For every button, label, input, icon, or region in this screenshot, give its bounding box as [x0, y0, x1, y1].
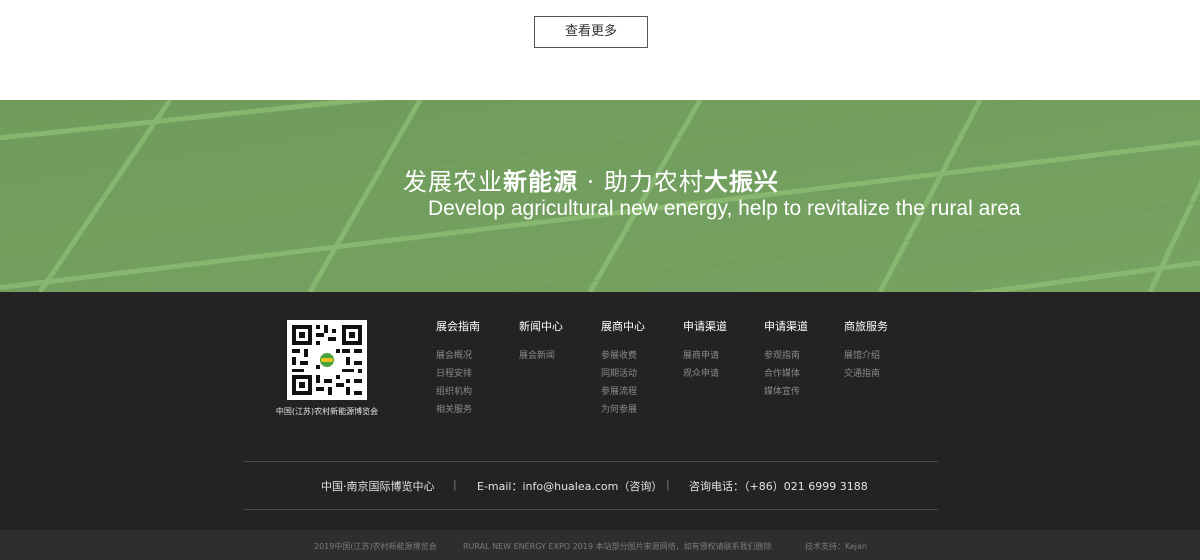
copyright-notice: RURAL NEW ENERGY EXPO 2019 本站部分图片来源网络，如有…: [463, 542, 772, 551]
footer-column-exhibition-guide: 展会指南 展会概况 日程安排 组织机构 相关服务: [436, 320, 480, 422]
footer-link[interactable]: 展商申请: [683, 350, 727, 368]
footer-column-travel-services: 商旅服务 展馆介绍 交通指南: [844, 320, 888, 386]
footer-link[interactable]: 媒体宣传: [764, 386, 808, 404]
footer-divider-bottom: [244, 509, 938, 510]
column-heading[interactable]: 展商中心: [601, 320, 645, 334]
contact-email[interactable]: E-mail：info@hualea.com（咨询）: [477, 478, 662, 494]
venue-text: 中国·南京国际博览中心: [321, 480, 435, 493]
slogan-cn-bold1: 新能源: [503, 168, 578, 196]
footer-link[interactable]: 展会新闻: [519, 350, 563, 368]
slogan-banner: 发展农业新能源 · 助力农村大振兴 Develop agricultural n…: [0, 100, 1200, 292]
footer-link[interactable]: 相关服务: [436, 404, 480, 422]
footer-column-exhibitor-center: 展商中心 参展收费 同期活动 参展流程 为何参展: [601, 320, 645, 422]
column-heading[interactable]: 申请渠道: [764, 320, 808, 334]
footer-link[interactable]: 展会概况: [436, 350, 480, 368]
footer-link[interactable]: 交通指南: [844, 368, 888, 386]
column-heading[interactable]: 新闻中心: [519, 320, 563, 334]
site-footer: [0, 292, 1200, 530]
qr-code: [287, 320, 367, 400]
footer-link[interactable]: 参观指南: [764, 350, 808, 368]
slogan-cn-part2: · 助力农村: [578, 168, 704, 196]
column-heading[interactable]: 展会指南: [436, 320, 480, 334]
footer-link[interactable]: 观众申请: [683, 368, 727, 386]
qr-code-icon: [287, 320, 367, 400]
slogan-cn-bold2: 大振兴: [703, 168, 779, 196]
contact-separator: |: [453, 478, 457, 491]
footer-link[interactable]: 为何参展: [601, 404, 645, 422]
slogan-chinese: 发展农业新能源 · 助力农村大振兴: [403, 162, 779, 197]
footer-link[interactable]: 参展收费: [601, 350, 645, 368]
footer-link[interactable]: 同期活动: [601, 368, 645, 386]
footer-link[interactable]: 组织机构: [436, 386, 480, 404]
footer-column-application: 申请渠道 展商申请 观众申请: [683, 320, 727, 386]
footer-divider-top: [244, 461, 938, 462]
footer-link[interactable]: 参展流程: [601, 386, 645, 404]
footer-column-news: 新闻中心 展会新闻: [519, 320, 563, 368]
copyright-site-name: 2019中国(江苏)农村新能源博览会: [314, 542, 437, 551]
footer-link[interactable]: 合作媒体: [764, 368, 808, 386]
qr-caption: 中国(江苏)农村新能源博览会: [275, 407, 379, 416]
column-heading[interactable]: 申请渠道: [683, 320, 727, 334]
contact-phone: 咨询电话：（+86）021 6999 3188: [689, 480, 868, 493]
column-heading[interactable]: 商旅服务: [844, 320, 888, 334]
tech-support-link[interactable]: 技术支持：Kejan: [805, 541, 867, 552]
slogan-cn-part1: 发展农业: [403, 168, 503, 196]
top-section: 查看更多: [0, 0, 1200, 100]
footer-link[interactable]: 展馆介绍: [844, 350, 888, 368]
contact-separator: |: [666, 478, 670, 491]
footer-link[interactable]: 日程安排: [436, 368, 480, 386]
view-more-button[interactable]: 查看更多: [534, 16, 648, 48]
slogan-english: Develop agricultural new energy, help to…: [428, 197, 1021, 220]
footer-column-application-2: 申请渠道 参观指南 合作媒体 媒体宣传: [764, 320, 808, 404]
